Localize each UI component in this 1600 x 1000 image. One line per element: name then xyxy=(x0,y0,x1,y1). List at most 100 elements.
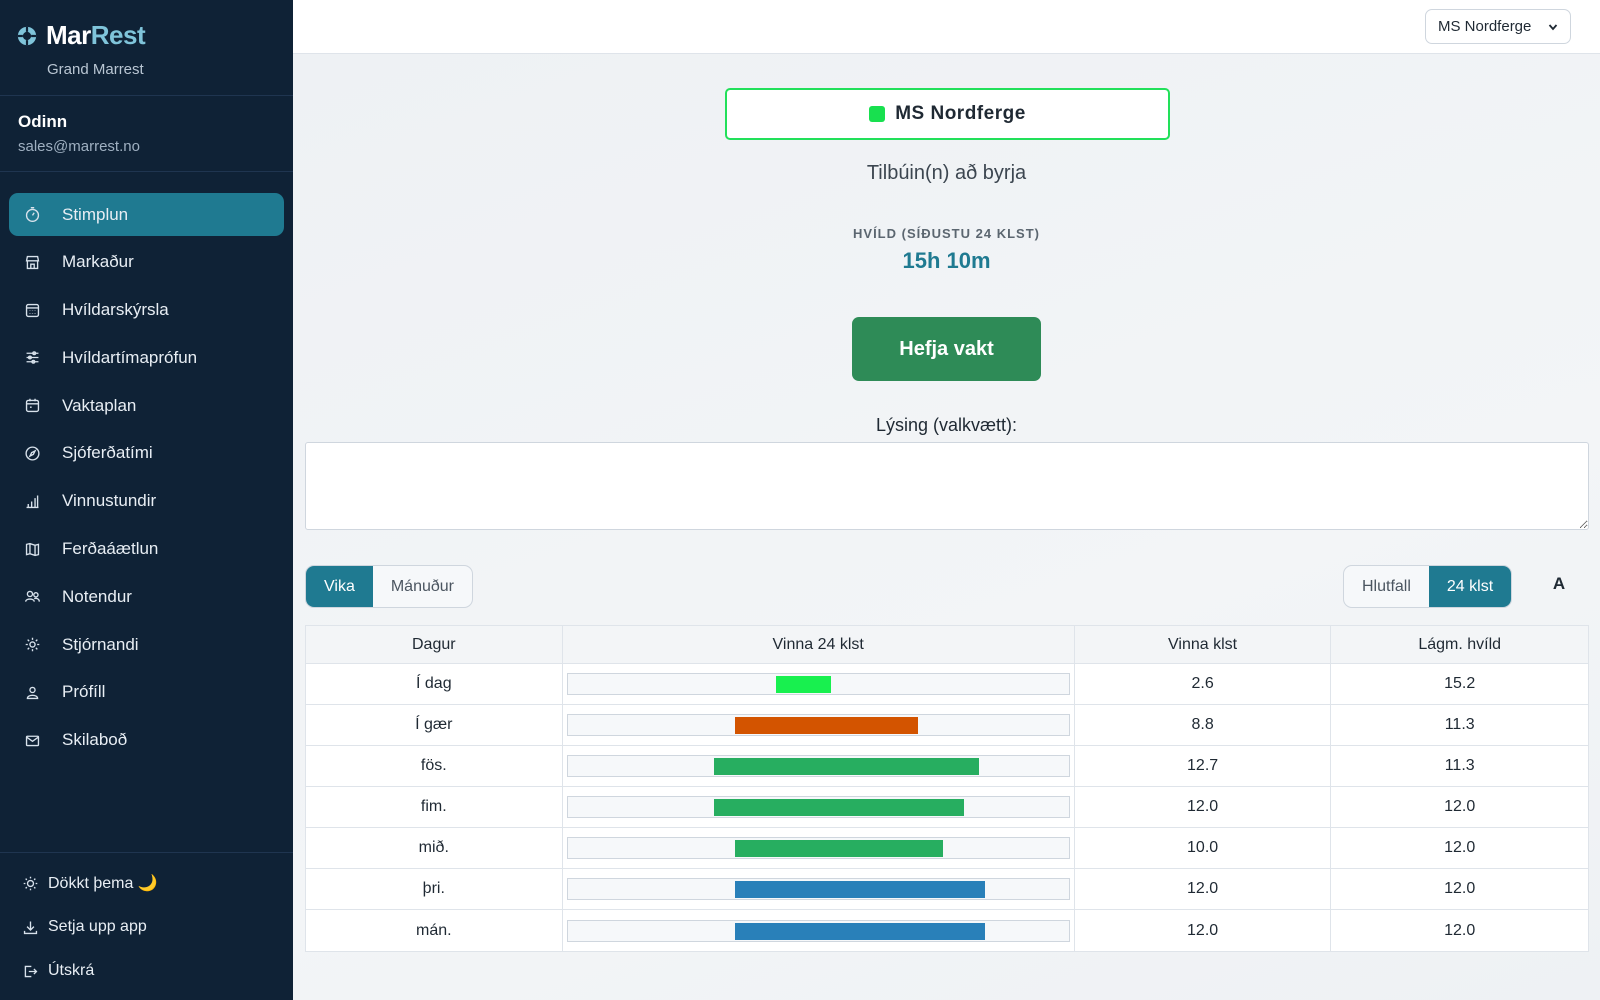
map-icon xyxy=(22,539,42,559)
top-bar: MS Nordferge xyxy=(293,0,1600,54)
vessel-select[interactable]: MS Nordferge xyxy=(1425,9,1571,44)
start-shift-button[interactable]: Hefja vakt xyxy=(852,317,1041,381)
table-row: mið. 10.0 12.0 xyxy=(306,828,1588,869)
work-hours-cell: 12.0 xyxy=(1075,787,1332,827)
tab-vika[interactable]: Vika xyxy=(306,566,373,607)
sidebar-item-hvildarskyrsla[interactable]: Hvíldarskýrsla xyxy=(9,289,284,332)
work-bar-track xyxy=(566,714,1070,736)
work-bar xyxy=(734,922,986,940)
work-bar-track xyxy=(566,878,1070,900)
sidebar-item-label: Skilaboð xyxy=(62,730,128,750)
vessel-status-indicator xyxy=(869,106,886,122)
tab-hlutfall[interactable]: Hlutfall xyxy=(1344,566,1429,607)
sidebar-item-stimplun[interactable]: Stimplun xyxy=(9,193,284,236)
stopwatch-icon xyxy=(22,205,42,225)
dark-theme-label: Dökkt þema 🌙 xyxy=(48,875,158,892)
user-email: sales@marrest.no xyxy=(18,138,140,155)
sidebar-item-label: Sjóferðatími xyxy=(62,443,153,463)
work-bar-cell xyxy=(563,787,1075,827)
day-cell: fim. xyxy=(306,787,563,827)
day-cell: fös. xyxy=(306,746,563,786)
users-icon xyxy=(22,587,42,607)
work-bar-track xyxy=(566,919,1070,942)
sidebar-item-profill[interactable]: Prófíll xyxy=(9,671,284,714)
table-row: Í gær 8.8 11.3 xyxy=(306,705,1588,746)
sidebar-item-label: Ferðaáætlun xyxy=(62,539,159,559)
vessel-name: MS Nordferge xyxy=(895,103,1026,124)
work-hours-cell: 8.8 xyxy=(1075,705,1332,745)
description-label: Lýsing (valkvætt): xyxy=(875,415,1018,435)
sidebar-item-label: Prófíll xyxy=(62,682,106,702)
day-cell: mið. xyxy=(306,828,563,868)
compass-icon xyxy=(22,443,42,463)
sidebar-item-ferdaaaetlun[interactable]: Ferðaáætlun xyxy=(9,528,284,571)
header-vinna-klst[interactable]: Vinna klst xyxy=(1075,626,1332,663)
brand: MarRest Grand Marrest xyxy=(0,0,293,96)
min-rest-cell: 11.3 xyxy=(1444,757,1475,774)
header-dagur[interactable]: Dagur xyxy=(306,626,563,663)
sidebar-footer: Dökkt þema 🌙 Setja upp app Útskrá xyxy=(0,852,293,1000)
logout-icon xyxy=(20,961,40,981)
work-bar-cell xyxy=(563,910,1075,951)
sidebar-item-sjoferdatimi[interactable]: Sjóferðatími xyxy=(9,432,284,475)
description-input[interactable] xyxy=(305,442,1589,530)
work-bar xyxy=(734,717,919,734)
status-text: Tilbúin(n) að byrja xyxy=(866,162,1027,184)
user-info: Odinn sales@marrest.no xyxy=(0,96,293,172)
tab-manudur[interactable]: Mánuður xyxy=(373,566,472,607)
work-bar xyxy=(776,676,831,693)
min-rest-cell: 15.2 xyxy=(1444,675,1476,692)
sidebar-item-vinnustundir[interactable]: Vinnustundir xyxy=(9,480,284,523)
sidebar-item-skilabod[interactable]: Skilaboð xyxy=(9,719,284,762)
sidebar-item-label: Notendur xyxy=(62,586,132,606)
sidebar-item-label: Stjórnandi xyxy=(62,634,139,654)
header-vinna-24[interactable]: Vinna 24 klst xyxy=(563,626,1075,663)
min-rest-cell: 12.0 xyxy=(1444,921,1476,939)
table-header: Dagur Vinna 24 klst Vinna klst Lágm. hví… xyxy=(306,626,1588,664)
sidebar-item-notendur[interactable]: Notendur xyxy=(9,575,284,618)
main-content: MS Nordferge Tilbúin(n) að byrja HVÍLD (… xyxy=(293,54,1600,1000)
header-lagm-hvild[interactable]: Lágm. hvíld xyxy=(1331,626,1588,663)
tab-24-klst[interactable]: 24 klst xyxy=(1428,566,1512,607)
user-icon xyxy=(22,682,42,702)
day-cell: Í dag xyxy=(306,664,563,704)
sidebar-item-hvildartimaprofun[interactable]: Hvíldartímaprófun xyxy=(9,336,284,379)
table-row: þri. 12.0 12.0 xyxy=(306,869,1588,910)
sidebar-item-label: Markaður xyxy=(62,252,134,272)
work-hours-cell: 12.0 xyxy=(1075,869,1332,909)
work-table: Dagur Vinna 24 klst Vinna klst Lágm. hví… xyxy=(305,625,1589,952)
font-size-toggle[interactable]: A xyxy=(1548,574,1570,594)
brand-name-part-b: Rest xyxy=(90,20,146,50)
gear-icon xyxy=(22,635,42,655)
sidebar-item-markadur[interactable]: Markaður xyxy=(9,241,284,284)
sidebar-item-label: Vinnustundir xyxy=(62,491,157,511)
logout-button[interactable]: Útskrá xyxy=(20,949,293,993)
dark-theme-toggle[interactable]: Dökkt þema 🌙 xyxy=(20,861,293,905)
sidebar-nav: Stimplun Markaður Hvíldarskýrsla Hvíldar… xyxy=(0,172,293,762)
work-bar-cell xyxy=(563,664,1075,704)
sidebar-item-label: Stimplun xyxy=(62,204,129,224)
install-app-label: Setja upp app xyxy=(48,918,147,935)
min-rest-cell: 12.0 xyxy=(1444,880,1476,897)
rest-value: 15h 10m xyxy=(902,248,991,273)
install-app-button[interactable]: Setja upp app xyxy=(20,905,293,949)
table-row: fim. 12.0 12.0 xyxy=(306,787,1588,828)
min-rest-cell: 12.0 xyxy=(1444,798,1476,815)
vessel-select-value: MS Nordferge xyxy=(1438,18,1532,35)
work-bar xyxy=(734,881,986,898)
table-row: fös. 12.7 11.3 xyxy=(306,746,1588,787)
brand-name[interactable]: MarRest xyxy=(46,20,146,51)
table-row: mán. 12.0 12.0 xyxy=(306,910,1588,951)
work-hours-cell: 2.6 xyxy=(1075,664,1332,704)
store-icon xyxy=(22,252,42,272)
sidebar-item-vaktaplan[interactable]: Vaktaplan xyxy=(9,384,284,427)
company-name: Grand Marrest xyxy=(47,61,144,78)
work-hours-cell: 10.0 xyxy=(1075,828,1332,868)
period-toggle: Vika Mánuður xyxy=(305,565,473,608)
sidebar-item-stjornandi[interactable]: Stjórnandi xyxy=(9,623,284,666)
work-bar-track xyxy=(566,837,1070,859)
envelope-icon xyxy=(22,730,42,750)
sliders-icon xyxy=(22,348,42,368)
min-rest-cell: 12.0 xyxy=(1444,839,1476,856)
work-bar-track xyxy=(566,673,1070,695)
